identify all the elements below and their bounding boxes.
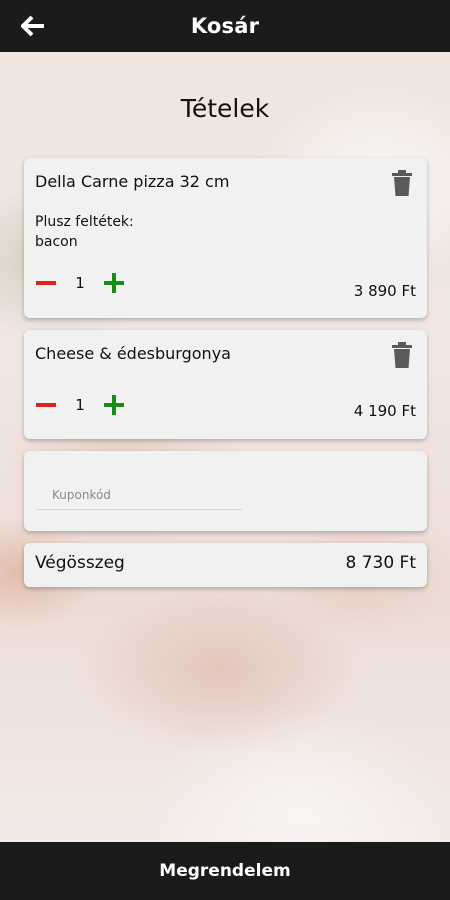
coupon-input[interactable] <box>36 481 242 510</box>
total-label: Végösszeg <box>35 553 125 573</box>
decrease-button[interactable] <box>35 394 57 416</box>
cart-item: Della Carne pizza 32 cm Plusz feltétek: … <box>24 158 427 318</box>
increase-button[interactable] <box>103 394 125 416</box>
trash-icon <box>392 170 412 196</box>
total-value: 8 730 Ft <box>345 553 416 573</box>
total-card: Végösszeg 8 730 Ft <box>24 543 427 587</box>
page-title: Kosár <box>190 14 260 38</box>
item-price: 4 190 Ft <box>353 402 416 420</box>
quantity-value: 1 <box>75 396 85 414</box>
item-price: 3 890 Ft <box>353 282 416 300</box>
item-extras: Plusz feltétek: bacon <box>35 212 134 252</box>
delete-button[interactable] <box>391 342 413 368</box>
quantity-value: 1 <box>75 274 85 292</box>
decrease-button[interactable] <box>35 272 57 294</box>
top-bar: Kosár <box>0 0 450 52</box>
order-button[interactable]: Megrendelem <box>0 842 450 900</box>
coupon-card <box>24 451 427 531</box>
delete-button[interactable] <box>391 170 413 196</box>
cart-item: Cheese & édesburgonya 1 4 190 Ft <box>24 330 427 439</box>
increase-button[interactable] <box>103 272 125 294</box>
item-name: Cheese & édesburgonya <box>35 344 231 363</box>
quantity-stepper: 1 <box>35 392 125 418</box>
extras-label: Plusz feltétek: <box>35 214 134 230</box>
quantity-stepper: 1 <box>35 270 125 296</box>
section-title: Tételek <box>180 94 270 123</box>
item-name: Della Carne pizza 32 cm <box>35 172 230 191</box>
extras-value: bacon <box>35 234 78 250</box>
trash-icon <box>392 342 412 368</box>
